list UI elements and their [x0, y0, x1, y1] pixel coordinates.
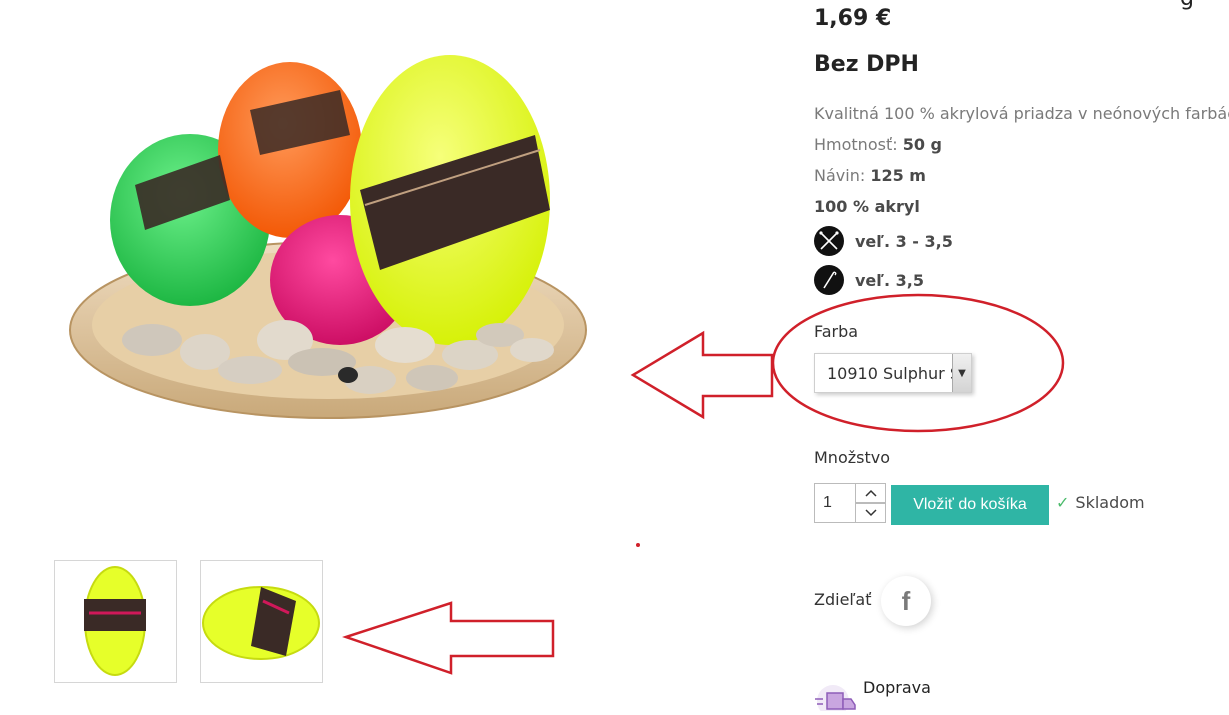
delivery-box-icon — [813, 681, 859, 715]
color-select-value: 10910 Sulphur S — [827, 363, 955, 383]
weight-label: Hmotnosť: — [814, 135, 898, 154]
chevron-up-icon — [864, 489, 877, 497]
quantity-label: Množstvo — [814, 448, 890, 467]
needle-size-crochet: veľ. 3,5 — [814, 265, 924, 295]
thumbnail-2-image — [202, 586, 320, 660]
needle-size-crochet-label: veľ. 3,5 — [855, 270, 924, 290]
product-price: 1,69 € — [814, 6, 892, 31]
thumbnail-1-image — [84, 566, 146, 676]
tax-note: Bez DPH — [814, 52, 919, 77]
quantity-increase-button[interactable] — [855, 483, 886, 503]
crochet-hook-icon — [814, 265, 844, 295]
crossed-needles-icon — [814, 226, 844, 256]
add-to-cart-button[interactable]: Vložiť do košíka — [891, 485, 1049, 525]
thumbnail-1[interactable] — [54, 560, 177, 683]
facebook-share-button[interactable]: f — [881, 576, 931, 626]
needle-size-knit-label: veľ. 3 - 3,5 — [855, 231, 953, 251]
product-weight: Hmotnosť: 50 g — [814, 135, 942, 154]
needle-size-knit: veľ. 3 - 3,5 — [814, 226, 953, 256]
stock-status-label: Skladom — [1075, 493, 1145, 512]
product-length: Návin: 125 m — [814, 166, 926, 185]
product-main-image[interactable] — [60, 40, 620, 440]
checkmark-icon: ✓ — [1056, 493, 1070, 512]
annotation-arrow-thumb — [342, 601, 555, 675]
weight-value: 50 g — [902, 135, 942, 154]
product-description: Kvalitná 100 % akrylová priadza v neónov… — [814, 104, 1229, 123]
color-select[interactable]: 10910 Sulphur S ▼ — [814, 353, 972, 393]
length-label: Návin: — [814, 166, 866, 185]
product-title-fragment: g — [1180, 0, 1194, 11]
product-material: 100 % akryl — [814, 197, 920, 216]
shipping-label: Doprava — [863, 678, 931, 697]
stock-status: ✓ Skladom — [1056, 493, 1145, 512]
color-label: Farba — [814, 322, 859, 341]
thumbnail-2[interactable] — [200, 560, 323, 683]
annotation-dot — [636, 543, 640, 547]
length-value: 125 m — [870, 166, 926, 185]
chevron-down-icon — [864, 509, 877, 517]
quantity-decrease-button[interactable] — [855, 503, 886, 523]
annotation-arrow-main — [630, 330, 774, 420]
dropdown-arrow-icon[interactable]: ▼ — [952, 354, 971, 392]
share-label: Zdieľať — [814, 590, 872, 609]
quantity-input[interactable] — [814, 483, 856, 523]
facebook-icon: f — [901, 585, 911, 616]
